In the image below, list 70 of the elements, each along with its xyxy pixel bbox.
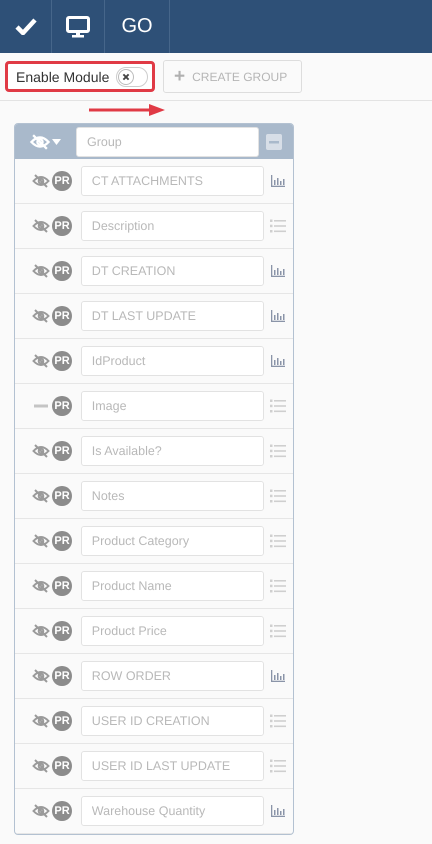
field-input[interactable]: Description [80,211,264,241]
hidden-eye-icon[interactable] [32,624,50,638]
go-button[interactable]: GO [105,0,170,53]
pr-badge: PR [52,621,72,641]
pr-badge: PR [52,486,72,506]
pr-badge: PR [52,261,72,281]
field-input[interactable]: Image [80,391,264,421]
pr-badge: PR [52,711,72,731]
hidden-eye-icon[interactable] [32,354,50,368]
pr-badge: PR [52,351,72,371]
field-input[interactable]: IdProduct [80,346,264,376]
bar-chart-icon[interactable] [271,670,286,682]
field-input[interactable]: Warehouse Quantity [80,796,264,826]
pr-badge: PR [52,396,72,416]
bar-chart-icon[interactable] [271,175,286,187]
toggle-switch[interactable] [116,66,148,86]
hidden-eye-icon[interactable] [32,264,50,278]
pr-badge: PR [52,441,72,461]
dash-icon[interactable] [34,404,48,408]
toggle-label: Enable Module [16,68,110,84]
field-input[interactable]: DT LAST UPDATE [80,301,264,331]
field-input[interactable]: Notes [80,481,264,511]
pr-badge: PR [52,306,72,326]
bar-chart-icon[interactable] [271,355,286,367]
pr-badge: PR [52,171,72,191]
field-input[interactable]: Product Category [80,526,264,556]
hidden-eye-icon[interactable] [32,444,50,458]
hidden-eye-icon [29,134,51,150]
hidden-eye-icon[interactable] [32,309,50,323]
field-input[interactable]: DT CREATION [80,256,264,286]
hidden-eye-icon[interactable] [32,174,50,188]
bar-chart-icon[interactable] [271,265,286,277]
field-input[interactable]: CT ATTACHMENTS [80,166,264,196]
hidden-eye-icon[interactable] [32,714,50,728]
field-input[interactable]: Product Price [80,616,264,646]
list-icon[interactable] [270,489,286,503]
list-icon[interactable] [270,579,286,593]
field-input[interactable]: Product Name [80,571,264,601]
bar-chart-icon[interactable] [271,310,286,322]
checkmark-icon [14,18,36,35]
pr-badge: PR [52,756,72,776]
hidden-eye-icon[interactable] [32,804,50,818]
bar-chart-icon[interactable] [271,805,286,817]
caret-icon [52,138,61,144]
pr-badge: PR [52,216,72,236]
list-icon[interactable] [270,399,286,413]
field-input[interactable]: USER ID CREATION [80,706,264,736]
hidden-eye-icon[interactable] [32,579,50,593]
hidden-eye-icon[interactable] [32,534,50,548]
list-icon[interactable] [270,444,286,458]
monitor-icon [66,16,90,38]
list-icon[interactable] [270,534,286,548]
hidden-eye-icon[interactable] [32,219,50,233]
field-input[interactable]: ROW ORDER [80,661,264,691]
list-icon[interactable] [270,714,286,728]
group-input[interactable]: Group [76,126,259,156]
hidden-eye-icon[interactable] [32,759,50,773]
pr-badge: PR [52,666,72,686]
collapse-icon[interactable] [266,134,282,150]
pr-badge: PR [52,801,72,821]
pr-badge: PR [52,531,72,551]
hidden-eye-icon[interactable] [32,669,50,683]
list-icon[interactable] [270,759,286,773]
hidden-eye-icon[interactable] [32,489,50,503]
pr-badge: PR [52,576,72,596]
list-icon[interactable] [270,219,286,233]
list-icon[interactable] [270,624,286,638]
field-input[interactable]: USER ID LAST UPDATE [80,751,264,781]
x-icon [118,68,134,84]
field-input[interactable]: Is Available? [80,436,264,466]
